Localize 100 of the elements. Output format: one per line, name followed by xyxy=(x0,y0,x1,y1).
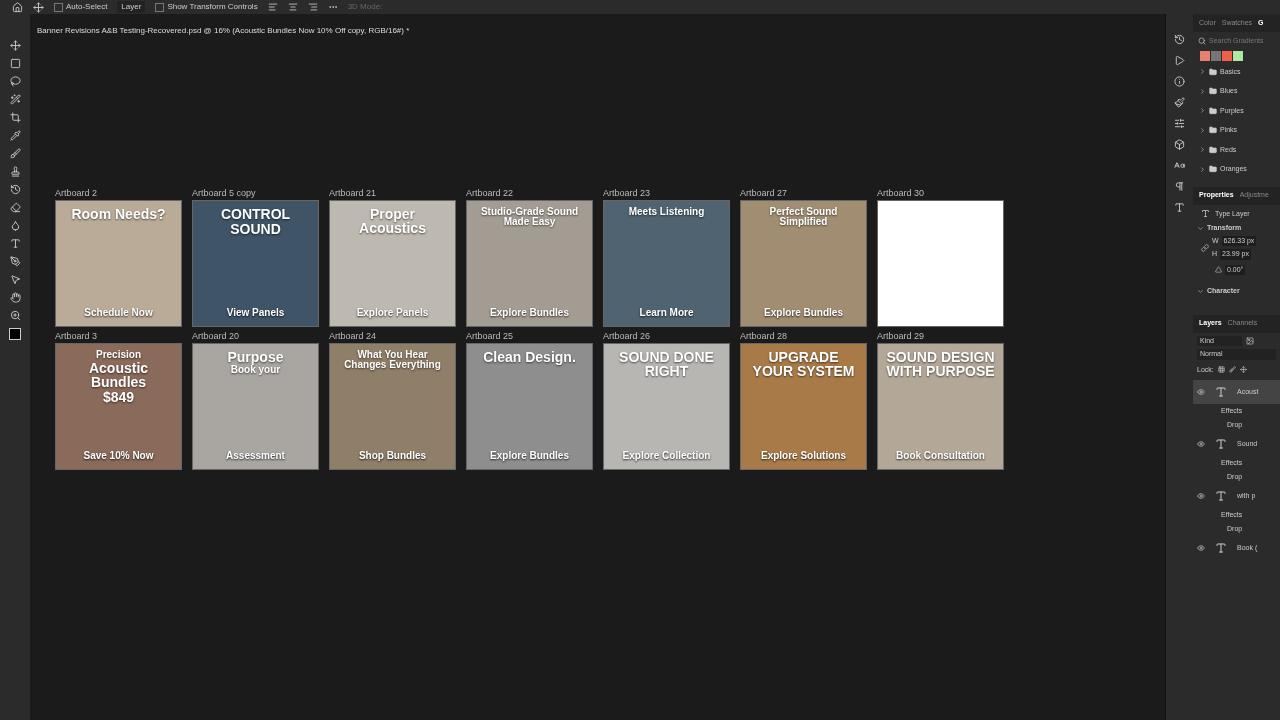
transform-controls-label: Show Transform Controls xyxy=(167,1,258,13)
expand-icon[interactable] xyxy=(1199,165,1206,173)
tool-icon[interactable] xyxy=(9,274,21,285)
link-icon[interactable] xyxy=(1201,243,1209,252)
type-layer-icon xyxy=(1201,209,1210,219)
expand-icon[interactable] xyxy=(1199,87,1206,95)
panel-icon[interactable] xyxy=(1174,118,1185,129)
panel-icon[interactable] xyxy=(1174,202,1185,213)
angle-icon xyxy=(1215,266,1222,274)
artboard-label[interactable]: Artboard 30 xyxy=(877,188,1004,198)
banner-headline: Proper Acoustics xyxy=(358,207,427,235)
artboard-label[interactable]: Artboard 5 copy xyxy=(192,188,319,198)
home-icon[interactable] xyxy=(12,1,23,13)
artboard-label[interactable]: Artboard 29 xyxy=(877,331,1004,341)
artboard-label[interactable]: Artboard 26 xyxy=(603,331,730,341)
image-filter-icon[interactable] xyxy=(1246,336,1254,345)
artboard-label[interactable]: Artboard 22 xyxy=(466,188,593,198)
banner-cta-text: Shop Bundles xyxy=(358,449,427,463)
align-center-icon[interactable] xyxy=(287,2,298,12)
gradient-swatch[interactable] xyxy=(1222,50,1232,61)
artboard-label[interactable]: Artboard 28 xyxy=(740,331,867,341)
tool-icon[interactable] xyxy=(9,130,21,141)
banner-cta-text: Explore Bundles xyxy=(490,449,569,463)
type-layer-icon xyxy=(1215,438,1227,450)
folder-icon xyxy=(1209,165,1217,174)
banner-cta-text: Explore Solutions xyxy=(761,449,846,463)
lock-pixels-icon[interactable] xyxy=(1217,366,1225,374)
search-icon xyxy=(1198,37,1206,46)
panel-icon[interactable] xyxy=(1174,139,1185,150)
tool-icon[interactable] xyxy=(9,256,21,267)
gradient-swatch[interactable] xyxy=(1233,50,1243,61)
tool-icon[interactable] xyxy=(9,292,21,303)
tool-icon[interactable] xyxy=(9,148,21,159)
banner-subtitle: What You Hear Changes Everything xyxy=(343,350,442,370)
tool-icon[interactable] xyxy=(9,76,21,87)
tool-icon[interactable] xyxy=(9,40,21,51)
lock-move-icon[interactable] xyxy=(1239,366,1247,374)
panel-icon[interactable] xyxy=(1174,181,1185,192)
expand-icon[interactable] xyxy=(1199,107,1206,115)
expand-icon[interactable] xyxy=(1199,68,1206,76)
banner-headline: SOUND DONE RIGHT xyxy=(618,350,715,378)
expand-icon[interactable] xyxy=(1199,146,1206,154)
tool-icon[interactable] xyxy=(9,202,21,213)
auto-select-label: Auto-Select xyxy=(66,1,108,13)
type-layer-icon xyxy=(1215,490,1227,502)
visibility-icon[interactable] xyxy=(1197,544,1205,552)
expand-icon[interactable] xyxy=(1199,126,1206,134)
artboard-label[interactable]: Artboard 23 xyxy=(603,188,730,198)
visibility-icon[interactable] xyxy=(1197,388,1205,396)
artboard-label[interactable]: Artboard 2 xyxy=(55,188,182,198)
artboard-label[interactable]: Artboard 27 xyxy=(740,188,867,198)
banner-headline: CONTROL xyxy=(220,207,291,221)
tool-icon[interactable] xyxy=(9,58,21,69)
banner-headline: Acoustic Bundles xyxy=(87,361,150,389)
tool-icon[interactable] xyxy=(9,184,21,195)
gradient-swatch[interactable] xyxy=(1211,50,1221,61)
banner-subtitle: Studio-Grade Sound Made Easy xyxy=(479,207,580,227)
checkbox[interactable] xyxy=(54,2,63,12)
banner-headline: $849 xyxy=(102,390,135,404)
panel-icon[interactable] xyxy=(1174,34,1185,45)
lock-brush-icon[interactable] xyxy=(1228,366,1236,374)
banner-cta-text: Explore Panels xyxy=(356,306,429,320)
gradient-swatch[interactable] xyxy=(1200,50,1210,61)
banner-cta-text: Learn More xyxy=(639,306,694,320)
collapse-icon[interactable] xyxy=(1197,224,1204,232)
banner-cta-text: Explore Bundles xyxy=(764,306,843,320)
tool-icon[interactable] xyxy=(9,238,21,249)
artboard-label[interactable]: Artboard 24 xyxy=(329,331,456,341)
tool-icon[interactable] xyxy=(9,310,21,321)
tool-icon[interactable] xyxy=(9,94,21,105)
banner-headline: SOUND xyxy=(230,222,281,236)
collapse-icon[interactable] xyxy=(1197,287,1204,295)
artboard-label[interactable]: Artboard 20 xyxy=(192,331,319,341)
move-icon[interactable] xyxy=(33,1,44,13)
color-swatch-icon[interactable] xyxy=(9,328,21,340)
layer-dropdown[interactable]: Layer xyxy=(117,1,146,13)
banner-cta-text: Explore Collection xyxy=(622,449,711,463)
banner-cta-text: Explore Bundles xyxy=(490,306,569,320)
artboard-label[interactable]: Artboard 25 xyxy=(466,331,593,341)
artboard-label[interactable]: Artboard 3 xyxy=(55,331,182,341)
banner-cta-text: Book Consultation xyxy=(896,449,985,463)
folder-icon xyxy=(1209,126,1217,135)
visibility-icon[interactable] xyxy=(1197,492,1205,500)
tool-icon[interactable] xyxy=(9,112,21,123)
banner-cta-text: View Panels xyxy=(226,306,285,320)
type-layer-icon xyxy=(1215,386,1227,398)
visibility-icon[interactable] xyxy=(1197,440,1205,448)
folder-icon xyxy=(1209,87,1217,96)
checkbox[interactable] xyxy=(155,2,165,12)
panel-icon[interactable] xyxy=(1174,55,1185,66)
tool-icon[interactable] xyxy=(9,220,21,231)
banner-headline: Room Needs? xyxy=(71,207,166,221)
panel-icon[interactable] xyxy=(1174,97,1185,108)
align-left-icon[interactable] xyxy=(267,2,278,12)
artboard-label[interactable]: Artboard 21 xyxy=(329,188,456,198)
panel-icon[interactable] xyxy=(1174,76,1185,87)
tool-icon[interactable] xyxy=(9,166,21,177)
panel-icon[interactable] xyxy=(1174,160,1185,171)
align-right-icon[interactable] xyxy=(307,2,318,12)
banner-cta-text: Save 10% Now xyxy=(83,449,154,463)
